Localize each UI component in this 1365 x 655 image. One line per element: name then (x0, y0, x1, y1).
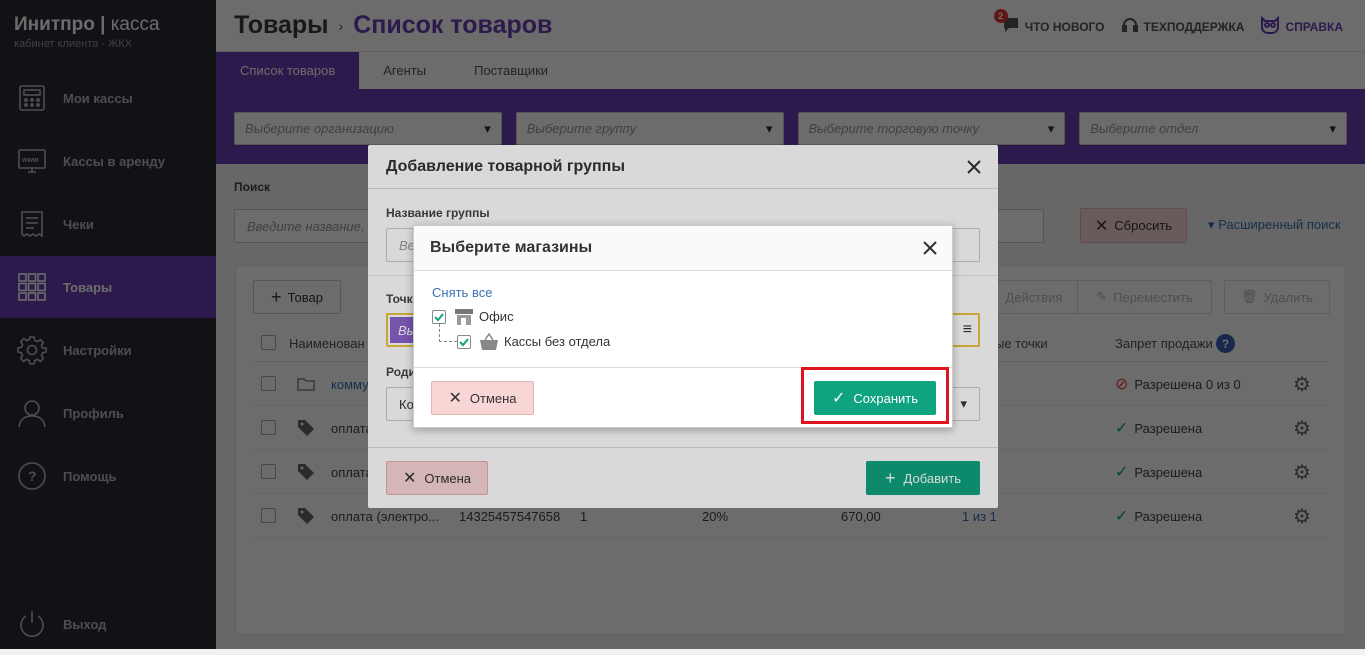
store-icon (454, 308, 474, 329)
tree-checkbox-no-dept[interactable] (457, 335, 471, 349)
tree-label-office: Офис (479, 309, 514, 324)
modal-title: Выберите магазины (414, 226, 952, 271)
tree-checkbox-office[interactable] (432, 310, 446, 324)
cancel-label: Отмена (469, 390, 517, 406)
unselect-all-link[interactable]: Снять все (432, 285, 492, 300)
cancel-button[interactable]: ✕ Отмена (431, 381, 534, 415)
basket-icon (479, 332, 499, 354)
tree-label-no-dept: Кассы без отдела (504, 334, 611, 349)
tree-connector (439, 324, 457, 342)
highlight-box (801, 367, 949, 424)
close-icon[interactable] (920, 238, 940, 258)
close-icon: ✕ (448, 390, 462, 407)
